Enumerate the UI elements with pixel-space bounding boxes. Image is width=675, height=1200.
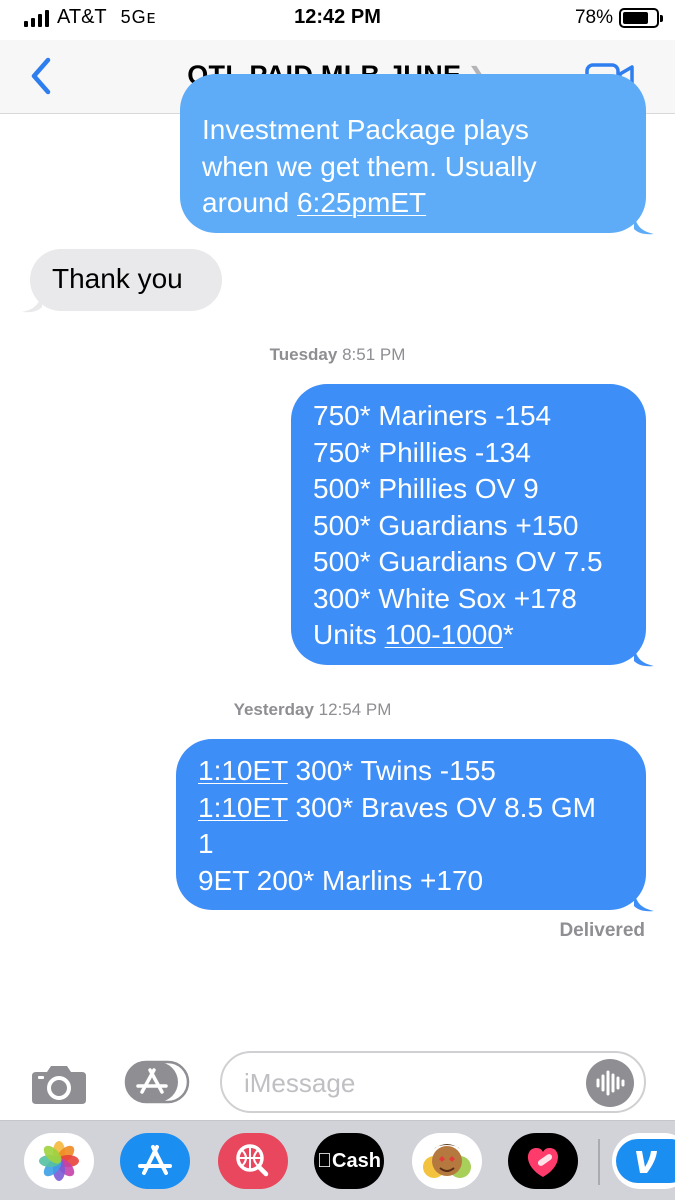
outgoing-message[interactable]: Investment Package plays when we get the… bbox=[180, 74, 654, 235]
timestamp-time: 12:54 PM bbox=[318, 700, 392, 719]
status-bar: AT&T 5Gᴇ 12:42 PM 78% bbox=[0, 0, 675, 40]
message-line: 500* Guardians OV 7.5 bbox=[313, 546, 603, 577]
timestamp: Yesterday 12:54 PM bbox=[0, 700, 675, 720]
battery-fill bbox=[623, 12, 648, 24]
message-line: Investment Package plays bbox=[202, 114, 529, 145]
web-search-icon bbox=[236, 1144, 269, 1177]
time-link[interactable]: 1:10ET bbox=[198, 792, 288, 823]
message-text: Units bbox=[313, 619, 385, 650]
message-line: around 6:25pmET bbox=[202, 185, 626, 222]
message-line: 750* Phillies -134 bbox=[313, 436, 531, 468]
status-right: 78% bbox=[574, 7, 663, 29]
bubble-tail bbox=[634, 645, 654, 667]
web-search-app-button[interactable] bbox=[218, 1133, 288, 1189]
battery-percent: 78% bbox=[574, 7, 613, 28]
message-line: 750* Mariners -154 bbox=[313, 400, 552, 431]
message-line: 500* Guardians +150 bbox=[313, 509, 579, 541]
fitness-app-button[interactable] bbox=[508, 1133, 578, 1189]
message-line: 9ET 200* Marlins +170 bbox=[198, 864, 484, 896]
message-thread[interactable]: Investment Package plays when we get the… bbox=[0, 74, 675, 1044]
bubble-tail bbox=[634, 213, 654, 235]
app-store-app-button[interactable] bbox=[120, 1133, 190, 1189]
input-bar: iMessage bbox=[0, 1044, 675, 1120]
app-drawer-divider bbox=[598, 1139, 600, 1185]
memoji-stickers-icon bbox=[423, 1144, 471, 1178]
fitness-heart-icon bbox=[527, 1147, 559, 1177]
app-store-icon bbox=[138, 1145, 172, 1175]
message-text: 300* Twins -155 bbox=[287, 755, 496, 786]
apple-cash-label: Cash bbox=[324, 1149, 381, 1172]
imessage-input[interactable]: iMessage bbox=[220, 1051, 646, 1113]
timestamp: Tuesday 8:51 PM bbox=[0, 345, 675, 365]
camera-button[interactable] bbox=[30, 1062, 88, 1106]
photos-icon bbox=[39, 1141, 79, 1181]
battery-icon bbox=[619, 8, 663, 28]
incoming-message[interactable]: Thank you bbox=[22, 249, 222, 313]
photos-app-button[interactable] bbox=[24, 1133, 94, 1189]
timestamp-time: 8:51 PM bbox=[342, 345, 406, 364]
app-drawer: Cash bbox=[0, 1120, 675, 1200]
screen: AT&T 5Gᴇ 12:42 PM 78% OTL PAID MLB JUNE❯ bbox=[0, 0, 675, 1200]
message-line: Units 100-1000* bbox=[313, 617, 646, 654]
message-line: 300* White Sox +178 bbox=[313, 582, 577, 614]
timestamp-day: Yesterday bbox=[233, 700, 314, 719]
message-line: 1:10ET 300* Twins -155 bbox=[198, 753, 646, 790]
status-time: 12:42 PM bbox=[294, 6, 381, 28]
app-store-button[interactable] bbox=[124, 1060, 190, 1104]
message-text: around bbox=[202, 187, 297, 218]
bubble-tail bbox=[634, 890, 654, 912]
delivered-status: Delivered bbox=[559, 920, 645, 941]
message-line: 1 bbox=[198, 828, 214, 859]
memoji-stickers-app-button[interactable] bbox=[412, 1133, 482, 1189]
venmo-app-button[interactable] bbox=[612, 1133, 675, 1189]
message-line: 1:10ET 300* Braves OV 8.5 GM bbox=[198, 790, 646, 827]
waveform-icon bbox=[596, 1070, 625, 1096]
app-store-icon bbox=[124, 1060, 190, 1104]
venmo-icon bbox=[616, 1139, 675, 1183]
time-link[interactable]: 6:25pmET bbox=[297, 187, 426, 218]
message-text: Thank you bbox=[52, 263, 183, 294]
message-line: 500* Phillies OV 9 bbox=[313, 473, 539, 504]
message-line: when we get them. Usually bbox=[202, 150, 537, 182]
outgoing-message[interactable]: 750* Mariners -154 750* Phillies -134 50… bbox=[291, 384, 654, 667]
imessage-placeholder: iMessage bbox=[244, 1068, 356, 1098]
apple-cash-app-button[interactable]: Cash bbox=[314, 1133, 384, 1189]
message-text: * bbox=[502, 619, 514, 650]
bubble-tail bbox=[22, 291, 42, 313]
time-link[interactable]: 1:10ET bbox=[198, 755, 288, 786]
number-link[interactable]: 100-1000 bbox=[385, 619, 503, 650]
camera-icon bbox=[32, 1066, 86, 1104]
message-text: 300* Braves OV 8.5 GM bbox=[287, 791, 596, 823]
audio-message-button[interactable] bbox=[586, 1059, 634, 1107]
outgoing-message[interactable]: 1:10ET 300* Twins -155 1:10ET 300* Brave… bbox=[176, 739, 654, 912]
apple-cash-icon:  bbox=[317, 1150, 332, 1173]
timestamp-day: Tuesday bbox=[269, 345, 338, 364]
